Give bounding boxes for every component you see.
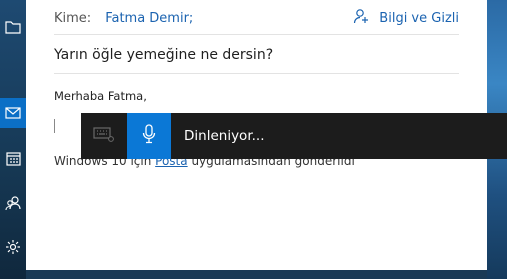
recipient-row: Kime: Fatma Demir; Bilgi ve Gizli [54,7,459,29]
microphone-button[interactable] [127,113,171,159]
cc-bcc-label: Bilgi ve Gizli [379,10,459,26]
add-person-icon [353,8,369,28]
text-cursor [54,119,57,133]
calendar-icon[interactable] [0,143,26,173]
mail-icon[interactable] [0,98,26,128]
recipient-field[interactable]: Fatma Demir; [105,11,193,26]
subject-field[interactable]: Yarın öğle yemeğine ne dersin? [54,47,273,63]
header-divider [54,34,459,35]
folder-icon[interactable] [0,12,26,42]
cc-bcc-button[interactable]: Bilgi ve Gizli [353,7,459,29]
screen: Kime: Fatma Demir; Bilgi ve Gizli Yarın … [0,0,507,279]
listening-status: Dinleniyor... [184,128,265,144]
dictation-toolbar: Dinleniyor... [81,113,507,159]
body-greeting[interactable]: Merhaba Fatma, [54,89,147,103]
keyboard-settings-icon [93,126,115,146]
subject-divider [54,73,459,74]
people-icon[interactable] [0,188,26,218]
settings-icon[interactable] [0,232,26,262]
microphone-icon [142,124,156,148]
to-label: Kime: [54,10,92,26]
keyboard-button[interactable] [81,113,127,159]
